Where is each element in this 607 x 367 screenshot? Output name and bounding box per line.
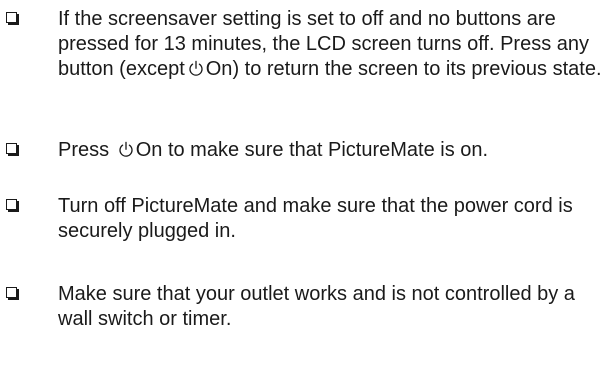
power-icon — [189, 60, 203, 76]
item-text-after: ) to return the screen to its previous s… — [232, 58, 602, 80]
checklist-item-text: If the screensaver setting is set to off… — [58, 7, 603, 82]
checkbox-icon — [6, 12, 17, 23]
checklist-item-text: Turn off PictureMate and make sure that … — [58, 195, 573, 242]
on-button-label: On — [205, 58, 233, 80]
checkbox-icon — [6, 199, 17, 210]
checkbox-icon — [6, 143, 17, 154]
checkbox-icon — [6, 287, 17, 298]
on-button-label: On — [135, 139, 163, 161]
power-icon — [119, 141, 133, 157]
checklist-item-text: Press On to make sure that PictureMate i… — [58, 138, 598, 163]
checklist-item-text: Make sure that your outlet works and is … — [58, 283, 575, 330]
item-text-after: to make sure that PictureMate is on. — [167, 139, 489, 161]
item-text-before: Press — [58, 139, 110, 161]
